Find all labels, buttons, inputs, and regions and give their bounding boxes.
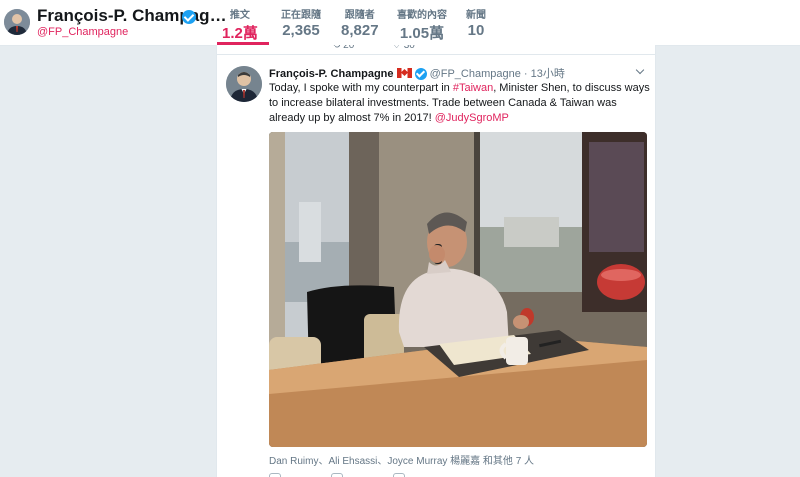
- header-separator: ·: [523, 68, 528, 80]
- stat-moments[interactable]: 新聞 10: [466, 6, 486, 39]
- stat-tweets[interactable]: 推文 1.2萬: [222, 6, 258, 43]
- tweet-text: Today, I spoke with my counterpart in #T…: [269, 81, 651, 126]
- tweet-text-part: Today, I spoke with my counterpart in: [269, 82, 453, 94]
- profile-avatar[interactable]: [4, 9, 30, 35]
- retweet-icon: ⟲: [332, 45, 341, 51]
- stat-moments-value: 10: [467, 22, 485, 39]
- stat-following-value: 2,365: [282, 22, 320, 39]
- timeline: ⟲ 20 ♡ 30 François-P. Champagne @FP_Cham…: [216, 45, 656, 477]
- tweet-author-name[interactable]: François-P. Champagne: [269, 68, 394, 80]
- retweet-icon[interactable]: [331, 473, 343, 477]
- profile-nav-bar: François-P. Champag… @FP_Champagne 推文 1.…: [0, 0, 800, 46]
- heart-icon: ♡: [392, 45, 401, 51]
- retweet-action[interactable]: ⟲ 20: [332, 45, 354, 51]
- mention-link[interactable]: @JudySgroMP: [435, 112, 509, 124]
- tweet-header: François-P. Champagne @FP_Champagne · 13…: [269, 65, 565, 81]
- verified-badge-icon: [182, 10, 196, 24]
- avatar-photo: [4, 9, 30, 35]
- stat-followers-value: 8,827: [341, 22, 379, 39]
- tweet-author-avatar[interactable]: [226, 66, 262, 102]
- retweet-count: 20: [343, 45, 355, 51]
- verified-badge-icon: [414, 68, 427, 81]
- stat-likes-label: 喜歡的內容: [397, 10, 447, 21]
- stat-followers-label: 跟隨者: [344, 10, 375, 21]
- tweet-author-handle[interactable]: @FP_Champagne: [430, 68, 521, 80]
- like-action[interactable]: ♡ 30: [392, 45, 415, 51]
- stat-following[interactable]: 正在跟隨 2,365: [281, 6, 321, 39]
- stat-tweets-value: 1.2萬: [222, 25, 258, 42]
- office-photo: [269, 132, 647, 447]
- chevron-down-icon[interactable]: [635, 65, 645, 75]
- previous-tweet-actions: ⟲ 20 ♡ 30: [217, 45, 655, 55]
- profile-handle[interactable]: @FP_Champagne: [37, 26, 128, 38]
- stat-following-label: 正在跟隨: [281, 10, 321, 21]
- tweet-photo[interactable]: [269, 132, 647, 447]
- stat-moments-label: 新聞: [466, 10, 486, 21]
- stat-likes-value: 1.05萬: [399, 25, 445, 42]
- tweet-timestamp[interactable]: 13小時: [531, 68, 565, 80]
- tweet-action-bar: [269, 472, 469, 477]
- hashtag-link[interactable]: #Taiwan: [453, 82, 493, 94]
- profile-name[interactable]: François-P. Champag…: [37, 6, 227, 26]
- canada-flag-icon: [396, 68, 412, 78]
- heart-icon[interactable]: [393, 473, 405, 477]
- stat-followers[interactable]: 跟隨者 8,827: [341, 6, 379, 39]
- like-count: 30: [403, 45, 415, 51]
- avatar-photo: [226, 66, 262, 102]
- stat-tweets-label: 推文: [229, 10, 250, 21]
- stat-likes[interactable]: 喜歡的內容 1.05萬: [397, 6, 447, 43]
- reply-icon[interactable]: [269, 473, 281, 477]
- tagged-people[interactable]: Dan Ruimy、Ali Ehsassi、Joyce Murray 楊麗嘉 和…: [269, 452, 534, 467]
